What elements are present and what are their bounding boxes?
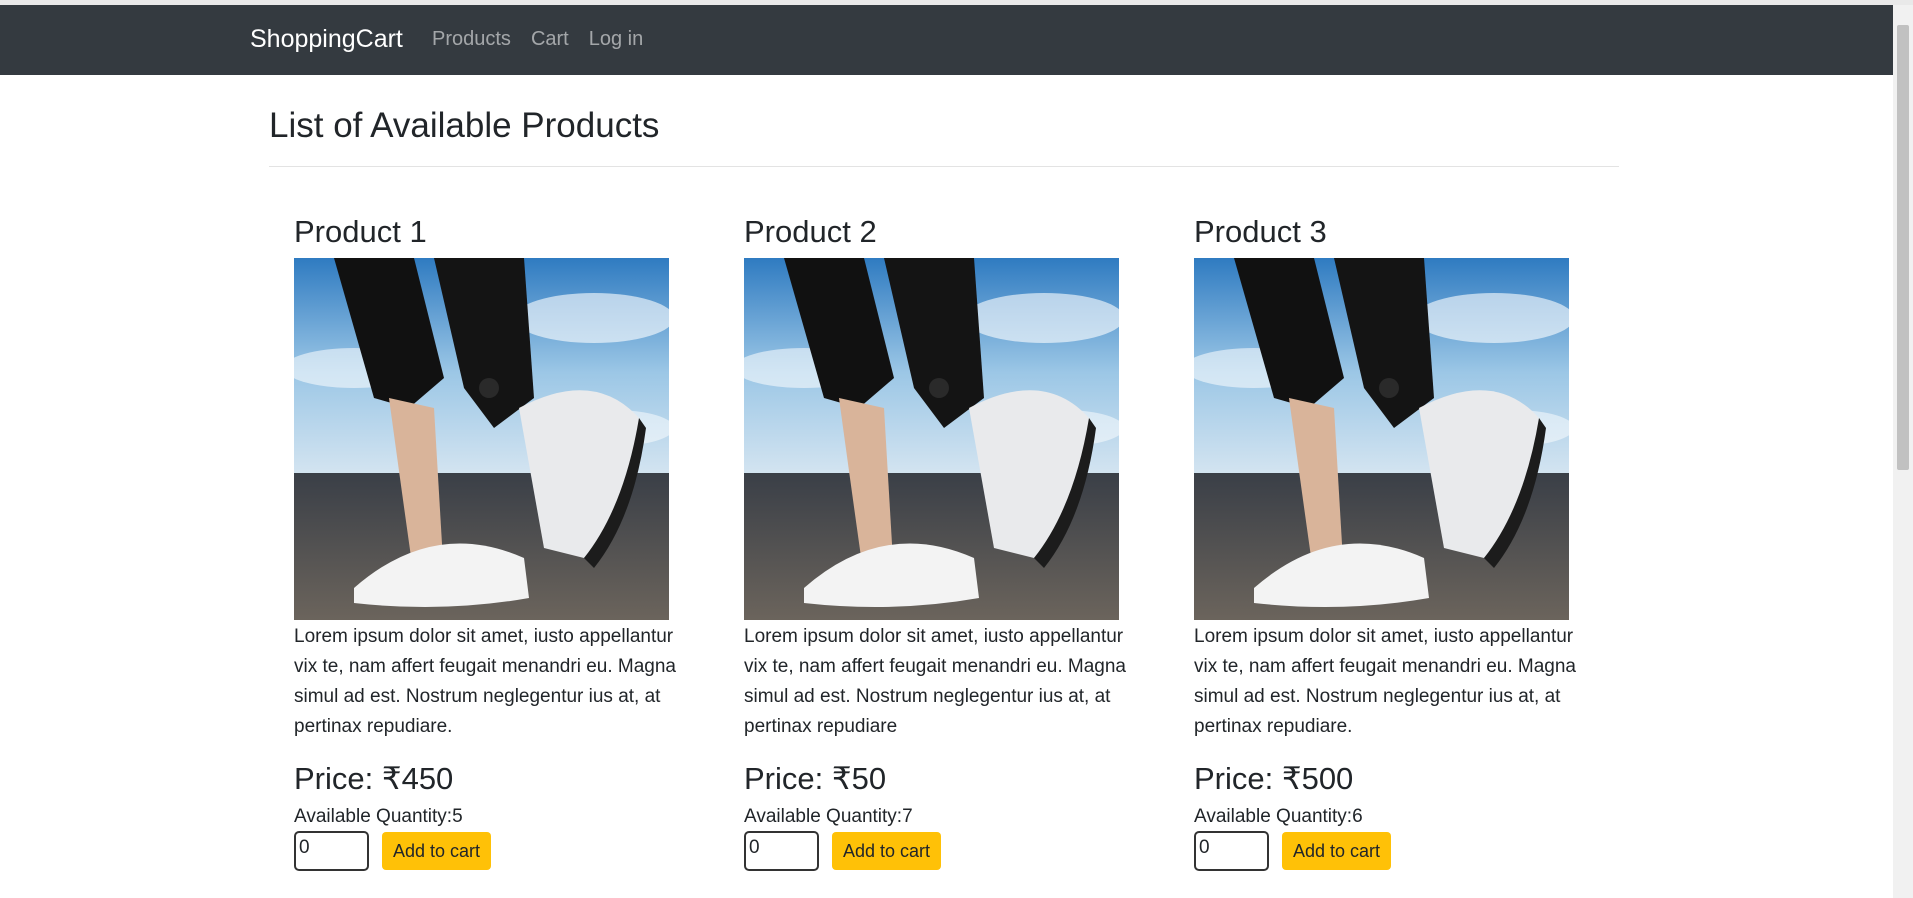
title-divider (269, 166, 1619, 167)
add-to-cart-row: Add to cart (1194, 831, 1594, 871)
product-name: Product 2 (744, 214, 877, 249)
product-name: Product 1 (294, 214, 427, 249)
available-quantity: Available Quantity:5 (294, 806, 463, 827)
available-quantity: Available Quantity:6 (1194, 806, 1363, 827)
product-card: Product 1 Lorem ipsum dolor sit amet, iu… (294, 213, 694, 871)
navbar: ShoppingCart Products Cart Log in (0, 5, 1893, 75)
quantity-input[interactable] (744, 831, 819, 871)
nav-link-products[interactable]: Products (432, 28, 511, 51)
nav-links: Products Cart Log in (432, 28, 643, 51)
quantity-input[interactable] (1194, 831, 1269, 871)
product-description: Lorem ipsum dolor sit amet, iusto appell… (294, 626, 676, 737)
available-quantity: Available Quantity:7 (744, 806, 913, 827)
quantity-input[interactable] (294, 831, 369, 871)
add-to-cart-row: Add to cart (744, 831, 1144, 871)
product-image (1194, 258, 1569, 620)
product-image (294, 258, 669, 620)
product-price: Price: ₹50 (744, 761, 887, 796)
page-title: List of Available Products (269, 106, 660, 145)
add-to-cart-button[interactable]: Add to cart (382, 832, 492, 870)
product-card: Product 2 Lorem ipsum dolor sit amet, iu… (744, 213, 1144, 871)
scrollbar-thumb[interactable] (1897, 25, 1909, 470)
nav-link-cart[interactable]: Cart (531, 28, 569, 51)
product-name: Product 3 (1194, 214, 1327, 249)
nav-link-login[interactable]: Log in (589, 28, 644, 51)
add-to-cart-row: Add to cart (294, 831, 694, 871)
product-price: Price: ₹500 (1194, 761, 1354, 796)
add-to-cart-button[interactable]: Add to cart (1282, 832, 1392, 870)
add-to-cart-button[interactable]: Add to cart (832, 832, 942, 870)
product-description: Lorem ipsum dolor sit amet, iusto appell… (744, 626, 1126, 737)
product-description: Lorem ipsum dolor sit amet, iusto appell… (1194, 626, 1576, 737)
product-card: Product 3 Lorem ipsum dolor sit amet, iu… (1194, 213, 1594, 871)
product-image (744, 258, 1119, 620)
product-price: Price: ₹450 (294, 761, 454, 796)
sneaker-photo (1194, 258, 1569, 620)
sneaker-photo (294, 258, 669, 620)
sneaker-photo (744, 258, 1119, 620)
page-scrollbar[interactable] (1893, 5, 1913, 898)
brand-link[interactable]: ShoppingCart (250, 25, 403, 54)
